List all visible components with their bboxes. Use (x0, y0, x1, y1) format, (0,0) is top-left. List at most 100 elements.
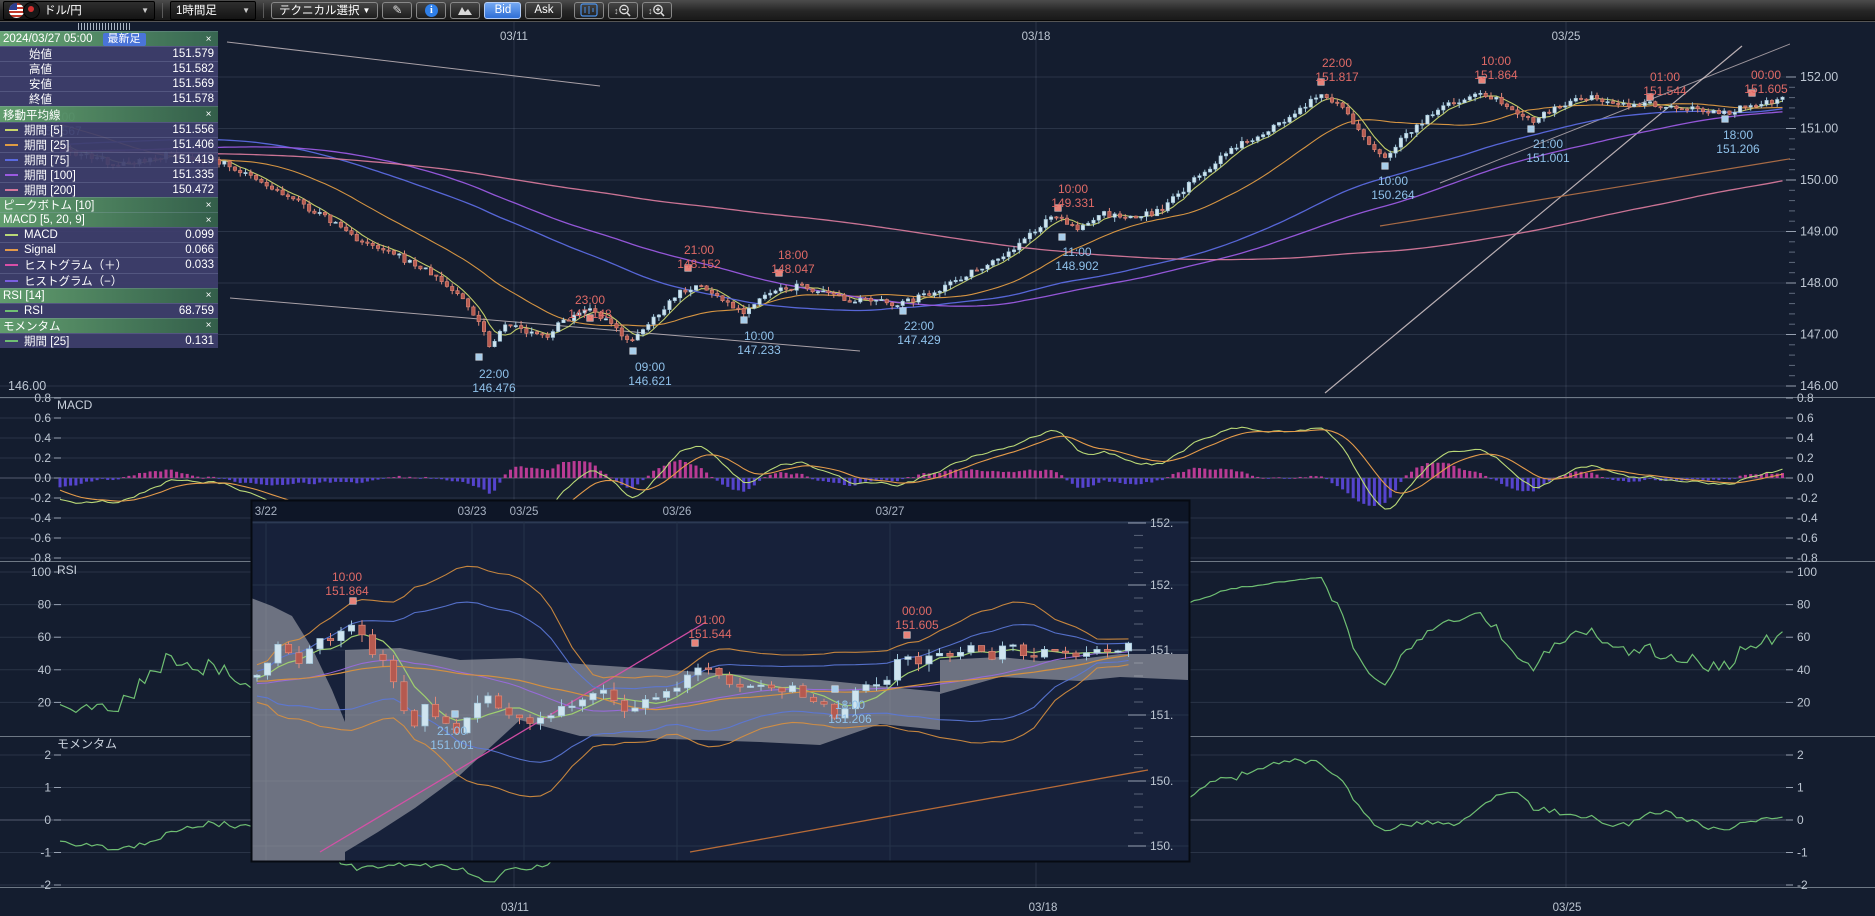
info-button[interactable]: i (416, 2, 446, 19)
annotation-marker (1722, 116, 1729, 123)
legend-color-dash (5, 280, 18, 282)
indicator-row: ヒストグラム（−） (0, 273, 218, 288)
indicator-row: 期間 [25]151.406 (0, 137, 218, 152)
toolbar-separator (263, 3, 264, 18)
candlestick-chart-icon (580, 3, 598, 17)
chart-annotation: 01:00 (695, 613, 725, 627)
zoom-out-icon: ↕ (613, 3, 633, 18)
pencil-icon: ✎ (392, 3, 402, 17)
price-axis-label: 150. (1150, 774, 1173, 788)
axis-label: 0.2 (34, 451, 51, 465)
legend-color-dash (5, 129, 18, 131)
close-indicator-button[interactable]: × (203, 34, 214, 45)
panel-title: MACD (57, 398, 93, 412)
chart-annotation: 09:00 (635, 360, 665, 374)
axis-label: 80 (38, 598, 52, 612)
axis-label: 60 (38, 630, 52, 644)
indicator-row: 期間 [100]151.335 (0, 167, 218, 182)
axis-label: -0.8 (30, 551, 51, 565)
technical-select-button[interactable]: テクニカル選択 ▼ (271, 2, 378, 19)
chart-annotation: 10:00 (1378, 174, 1408, 188)
date-label: 03/11 (500, 31, 528, 43)
annotation-marker (630, 348, 637, 355)
date-label: 03/25 (1552, 31, 1581, 43)
price-axis-label: 151. (1150, 708, 1173, 722)
chart-annotation: 151.001 (1526, 151, 1570, 165)
close-indicator-button[interactable]: × (203, 109, 214, 120)
annotation-marker (832, 686, 839, 693)
legend-color-dash (5, 159, 18, 161)
data-window-drag-handle[interactable] (78, 23, 130, 30)
us-flag-icon (9, 3, 24, 18)
chart-annotation: 18:00 (1723, 128, 1753, 142)
bid-button[interactable]: Bid (484, 2, 521, 19)
indicator-row: ヒストグラム（＋）0.033 (0, 257, 218, 272)
chart-annotation: 21:00 (1533, 137, 1563, 151)
zoom-in-button[interactable]: ↕ (642, 2, 672, 19)
data-window: 2024/03/27 05:00最新足×始値151.579高値151.582安値… (0, 31, 218, 348)
date-label: 03/11 (501, 902, 529, 914)
chart-annotation: 148.047 (771, 262, 815, 276)
toolbar-separator (162, 3, 163, 18)
axis-label: 2 (44, 748, 51, 762)
chart-annotation: 01:00 (1650, 70, 1680, 84)
price-axis-label: 151.00 (1800, 122, 1838, 136)
axis-label: 1 (44, 781, 51, 795)
close-indicator-button[interactable]: × (203, 290, 214, 301)
indicator-section-header: 移動平均線× (0, 106, 218, 121)
close-indicator-button[interactable]: × (203, 320, 214, 331)
chart-annotation: 18:00 (835, 698, 865, 712)
trading-chart-svg: 152.00151.00150.00149.00148.00147.00146.… (0, 0, 1875, 916)
currency-pair-selector[interactable]: ドル/円 ▼ (3, 1, 155, 20)
legend-color-dash (5, 264, 18, 266)
axis-label: 0.4 (34, 431, 51, 445)
panel-title: RSI (57, 563, 77, 577)
axis-label: 60 (1797, 630, 1811, 644)
date-label: 03/25 (510, 506, 539, 518)
chart-annotation: 147.233 (737, 343, 781, 357)
currency-pair-label: ドル/円 (44, 2, 82, 18)
mountain-icon (457, 4, 473, 16)
zoom-in-icon: ↕ (647, 3, 667, 18)
chart-annotation: 23:00 (575, 293, 605, 307)
candle-display-button[interactable] (574, 2, 604, 19)
technical-select-label: テクニカル選択 (279, 2, 360, 18)
ask-button[interactable]: Ask (525, 2, 562, 19)
draw-tool-button[interactable]: ✎ (382, 2, 412, 19)
price-axis-label: 150. (1150, 839, 1173, 853)
axis-label: 0.0 (1797, 471, 1814, 485)
chart-area[interactable]: 152.00151.00150.00149.00148.00147.00146.… (0, 0, 1875, 916)
chart-annotation: 10:00 (1481, 54, 1511, 68)
chart-annotation: 00:00 (902, 604, 932, 618)
axis-label: 1 (1797, 781, 1804, 795)
panel-title: モメンタム (57, 737, 117, 751)
legend-color-dash (5, 174, 18, 176)
chart-annotation: 149.331 (1051, 196, 1095, 210)
indicator-row: 期間 [75]151.419 (0, 152, 218, 167)
price-axis-label: 152. (1150, 578, 1173, 592)
timeframe-selector[interactable]: 1時間足 ▼ (170, 1, 256, 20)
price-axis-label: 152. (1150, 516, 1173, 530)
chart-annotation: 150.264 (1371, 188, 1415, 202)
axis-label: -0.4 (1797, 511, 1818, 525)
chart-annotation: 151.605 (1744, 82, 1788, 96)
toolbar: ドル/円 ▼ 1時間足 ▼ テクニカル選択 ▼ ✎ i Bid Ask (0, 0, 1875, 21)
chart-style-button[interactable] (450, 2, 480, 19)
chart-annotation: 22:00 (479, 367, 509, 381)
ohlc-row: 終値151.578 (0, 91, 218, 106)
axis-label: -1 (1797, 846, 1808, 860)
chart-annotation: 151.001 (430, 738, 474, 752)
axis-label: 40 (1797, 663, 1811, 677)
annotation-marker (900, 308, 907, 315)
axis-label: 20 (1797, 695, 1811, 709)
chevron-down-icon: ▼ (363, 6, 371, 15)
close-indicator-button[interactable]: × (203, 200, 214, 211)
price-axis-label: 152.00 (1800, 70, 1838, 84)
zoom-out-button[interactable]: ↕ (608, 2, 638, 19)
annotation-marker (1382, 163, 1389, 170)
date-label: 03/23 (458, 506, 487, 518)
chart-annotation: 151.864 (1474, 68, 1518, 82)
date-label: 03/27 (876, 506, 905, 518)
close-indicator-button[interactable]: × (203, 215, 214, 226)
axis-label: -0.2 (1797, 491, 1818, 505)
